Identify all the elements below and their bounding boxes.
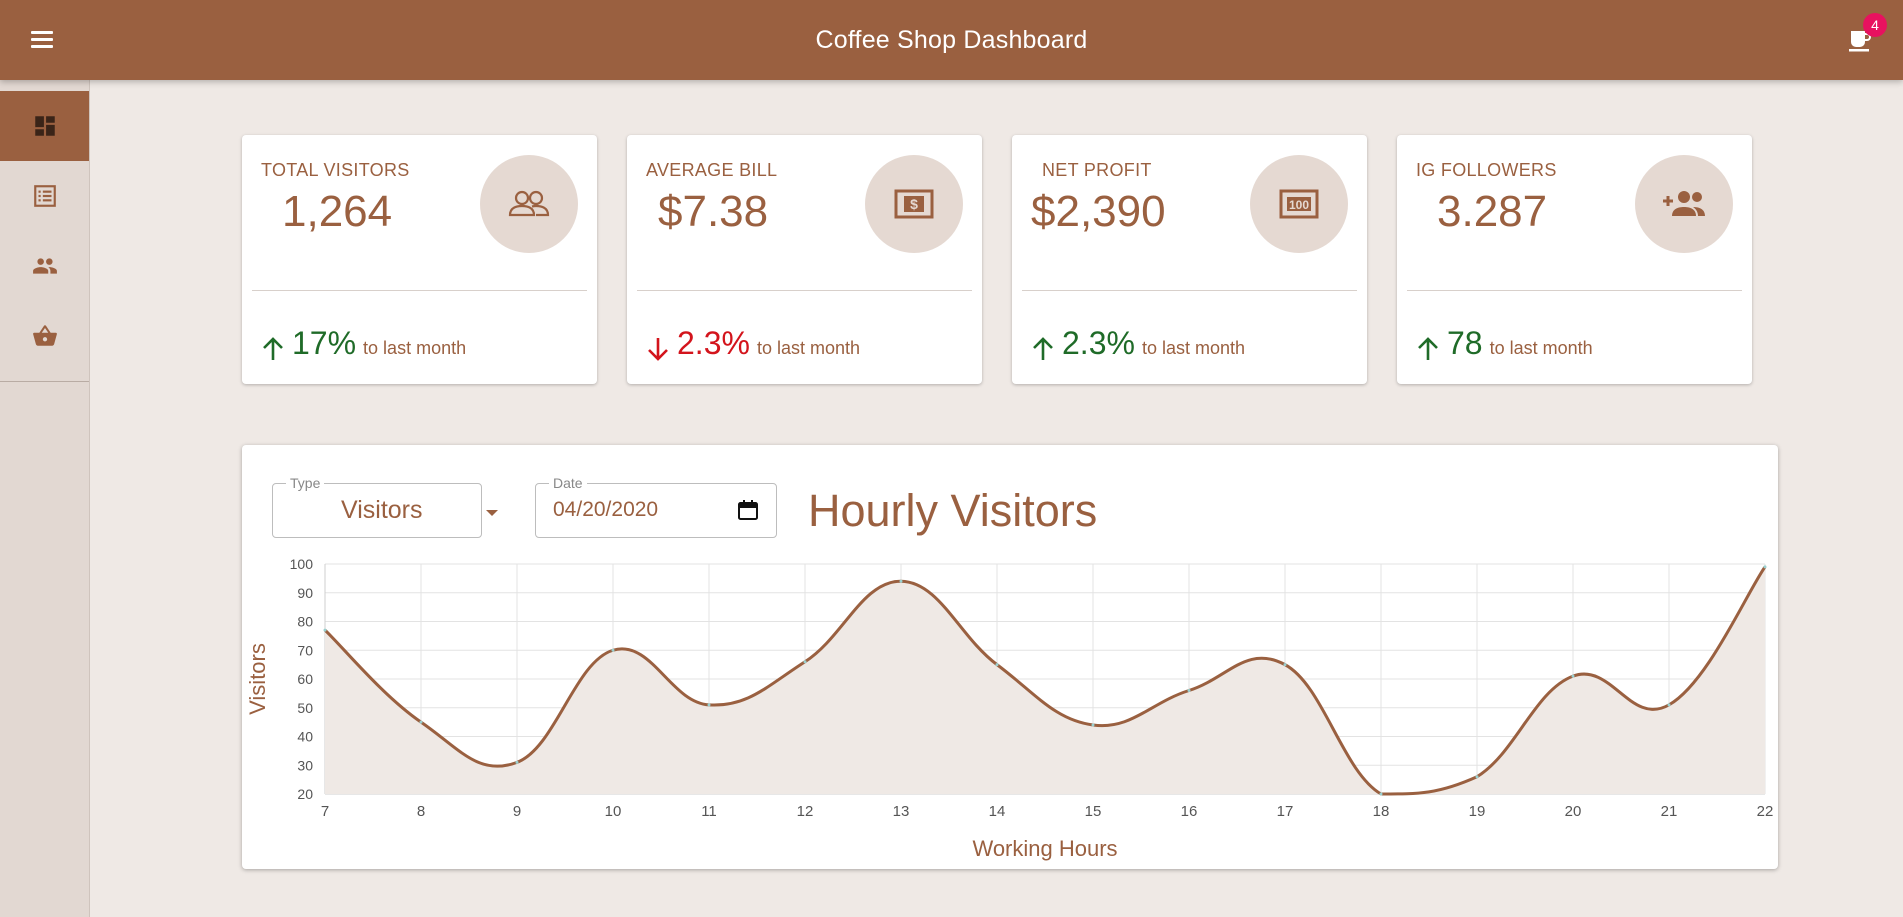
x-tick-label: 20 [1565, 803, 1582, 820]
trend-suffix: to last month [363, 338, 467, 358]
people-outline-icon [480, 155, 578, 253]
data-point [1283, 663, 1287, 667]
svg-text:100: 100 [1289, 198, 1309, 212]
y-tick-label: 40 [297, 729, 313, 745]
x-tick-label: 16 [1181, 803, 1198, 820]
data-point [323, 628, 327, 632]
y-tick-label: 20 [297, 786, 313, 802]
card-value: 1,264 [282, 187, 393, 236]
x-tick-label: 14 [989, 803, 1006, 820]
list-icon [33, 185, 56, 207]
x-tick-label: 10 [605, 803, 622, 820]
data-point [611, 648, 615, 652]
y-tick-label: 60 [297, 671, 313, 687]
card-value: 3.287 [1437, 187, 1548, 236]
sidebar [0, 80, 90, 917]
trend-value: 2.3% [1062, 325, 1135, 361]
hourly-visitors-chart: 20 30 40 50 60 70 80 90 100 7 8 9 10 11 12 13 14 15 16 17 18… [245, 556, 1774, 861]
sidebar-item-basket[interactable] [0, 301, 89, 371]
trend-suffix: to last month [756, 338, 860, 358]
data-point [1475, 775, 1479, 779]
card-value: $7.38 [658, 187, 769, 236]
card-divider [637, 290, 972, 291]
arrow-up-icon [1418, 337, 1438, 360]
x-tick-label: 18 [1373, 803, 1390, 820]
sidebar-item-people[interactable] [0, 231, 89, 301]
x-tick-label: 17 [1277, 803, 1294, 820]
trend-suffix: to last month [1141, 338, 1245, 358]
y-tick-label: 50 [297, 700, 313, 716]
dashboard-icon [34, 116, 55, 136]
arrow-down-icon [648, 338, 668, 361]
series-area [325, 566, 1765, 794]
data-point [1571, 674, 1575, 678]
x-tick-label: 8 [417, 803, 425, 820]
x-tick-label: 13 [893, 803, 910, 820]
card-label: TOTAL VISITORS [261, 160, 410, 180]
y-tick-label: 100 [290, 556, 314, 572]
x-tick-label: 22 [1757, 803, 1774, 820]
data-point [1187, 689, 1191, 692]
dollar-bill-icon: $ [865, 155, 963, 253]
card-trend: 2.3% to last month [647, 325, 860, 362]
data-point [419, 720, 423, 724]
card-trend: 78 to last month [1417, 325, 1593, 362]
card-label: AVERAGE BILL [646, 160, 778, 180]
stat-card-net-profit: NET PROFIT $2,390 100 2.3% to last month [1012, 135, 1367, 384]
x-tick-label: 12 [797, 803, 814, 820]
data-point [995, 663, 999, 667]
sidebar-divider [0, 381, 89, 382]
cart-badge: 4 [1863, 13, 1887, 37]
card-label: IG FOLLOWERS [1416, 160, 1557, 180]
y-tick-label: 90 [297, 585, 313, 601]
x-tick-label: 21 [1661, 803, 1678, 820]
card-trend: 2.3% to last month [1032, 325, 1245, 362]
svg-text:$: $ [910, 196, 918, 212]
stat-card-ig-followers: IG FOLLOWERS 3.287 78 to last month [1397, 135, 1752, 384]
y-tick-label: 80 [297, 614, 313, 630]
x-tick-label: 15 [1085, 803, 1102, 820]
x-tick-label: 19 [1469, 803, 1486, 820]
sidebar-item-dashboard[interactable] [0, 91, 89, 161]
data-point [1091, 723, 1095, 727]
trend-value: 2.3% [677, 325, 750, 361]
data-point [515, 760, 519, 764]
people-icon [32, 258, 57, 274]
data-point [1763, 565, 1767, 569]
trend-suffix: to last month [1489, 338, 1593, 358]
card-label: NET PROFIT [1042, 160, 1152, 180]
x-tick-label: 11 [701, 803, 717, 820]
data-point [803, 660, 807, 664]
card-value: $2,390 [1031, 187, 1166, 236]
data-point [1379, 792, 1383, 796]
top-app-bar: Coffee Shop Dashboard 4 [0, 0, 1903, 80]
card-trend: 17% to last month [262, 325, 466, 362]
data-point [707, 703, 711, 707]
card-divider [252, 290, 587, 291]
sidebar-item-list[interactable] [0, 161, 89, 231]
money-icon: 100 [1250, 155, 1348, 253]
chart-panel: Type Visitors Date 04/20/2020 Hourly Vis… [242, 445, 1778, 869]
y-axis-title: Visitors [245, 643, 270, 715]
stat-card-total-visitors: TOTAL VISITORS 1,264 17% to last month [242, 135, 597, 384]
app-title: Coffee Shop Dashboard [815, 26, 1088, 54]
arrow-up-icon [1033, 337, 1053, 360]
stat-card-average-bill: AVERAGE BILL $7.38 $ 2.3% to last month [627, 135, 982, 384]
y-tick-label: 70 [297, 642, 313, 658]
y-tick-label: 30 [297, 757, 313, 773]
x-axis-title: Working Hours [972, 836, 1117, 861]
x-tick-label: 9 [513, 803, 521, 820]
add-group-icon [1635, 155, 1733, 253]
card-divider [1407, 290, 1742, 291]
arrow-up-icon [263, 337, 283, 360]
trend-value: 17% [292, 325, 357, 361]
card-divider [1022, 290, 1357, 291]
data-point [1667, 703, 1671, 707]
data-point [899, 579, 903, 583]
x-tick-label: 7 [321, 803, 329, 820]
basket-icon [32, 325, 57, 346]
trend-value: 78 [1447, 325, 1483, 361]
